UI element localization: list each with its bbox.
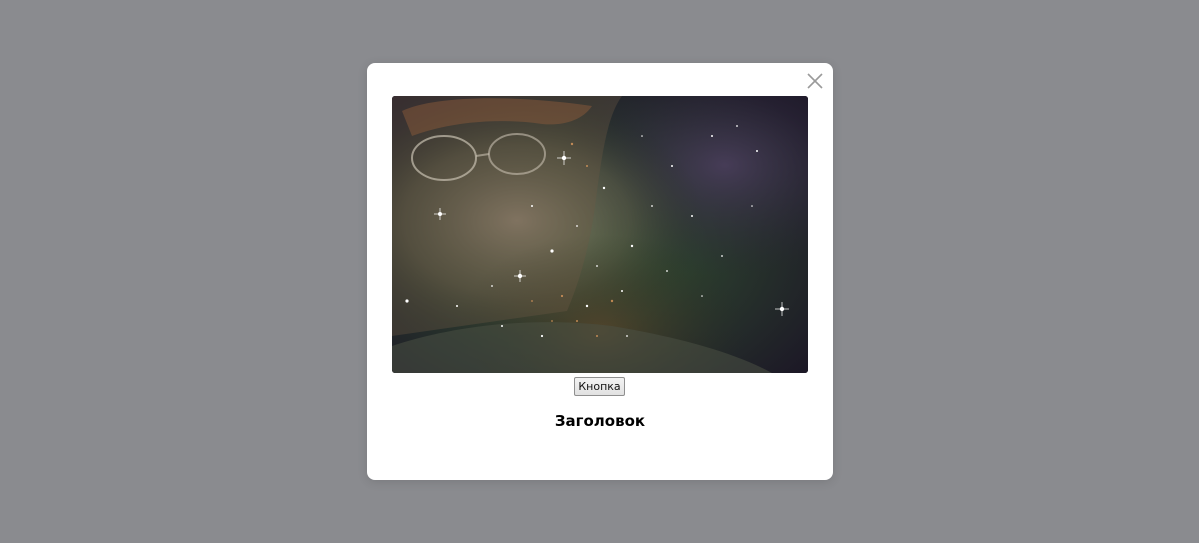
close-button[interactable] — [806, 72, 824, 90]
modal-title: Заголовок — [554, 412, 646, 430]
action-button[interactable]: Кнопка — [574, 377, 625, 396]
modal-dialog: Кнопка Заголовок — [367, 63, 833, 480]
space-portrait-image — [392, 96, 808, 373]
modal-image — [392, 96, 808, 373]
close-icon — [807, 73, 823, 89]
